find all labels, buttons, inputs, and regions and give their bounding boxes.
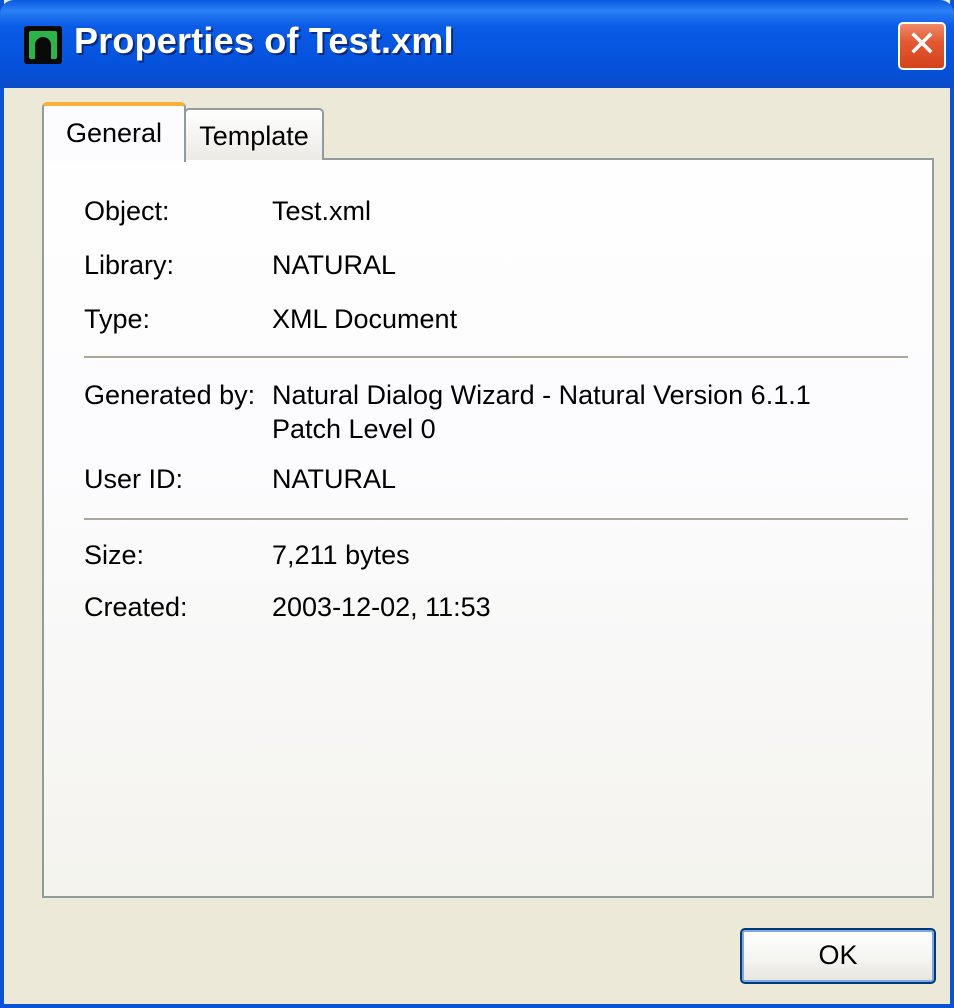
created-label: Created: bbox=[84, 592, 188, 622]
size-value: 7,211 bytes bbox=[272, 540, 410, 570]
properties-dialog: Properties of Test.xml ✕ General Templat… bbox=[0, 0, 954, 1008]
object-label: Object: bbox=[84, 196, 170, 226]
title-bar[interactable]: Properties of Test.xml ✕ bbox=[0, 0, 954, 88]
created-value: 2003-12-02, 11:53 bbox=[272, 592, 491, 622]
type-value: XML Document bbox=[272, 304, 458, 334]
generated-by-value-line2: Patch Level 0 bbox=[272, 414, 436, 444]
user-id-value: NATURAL bbox=[272, 464, 397, 494]
size-label: Size: bbox=[84, 540, 145, 570]
generated-by-value-line1: Natural Dialog Wizard - Natural Version … bbox=[272, 380, 811, 410]
tab-template[interactable]: Template bbox=[184, 108, 324, 160]
close-button[interactable]: ✕ bbox=[898, 22, 946, 70]
ok-button[interactable]: OK bbox=[740, 928, 936, 984]
separator-2 bbox=[84, 518, 908, 520]
generated-by-label: Generated by: bbox=[84, 380, 256, 410]
close-icon: ✕ bbox=[906, 24, 938, 65]
library-value: NATURAL bbox=[272, 250, 397, 280]
type-label: Type: bbox=[84, 304, 151, 334]
separator-1 bbox=[84, 356, 908, 358]
general-tab-panel: Object: Test.xml Library: NATURAL Type: … bbox=[42, 158, 934, 898]
library-label: Library: bbox=[84, 250, 175, 280]
user-id-label: User ID: bbox=[84, 464, 184, 494]
natural-app-icon bbox=[24, 26, 62, 64]
object-value: Test.xml bbox=[272, 196, 372, 226]
tab-general[interactable]: General bbox=[42, 102, 186, 162]
window-title: Properties of Test.xml bbox=[74, 20, 454, 61]
